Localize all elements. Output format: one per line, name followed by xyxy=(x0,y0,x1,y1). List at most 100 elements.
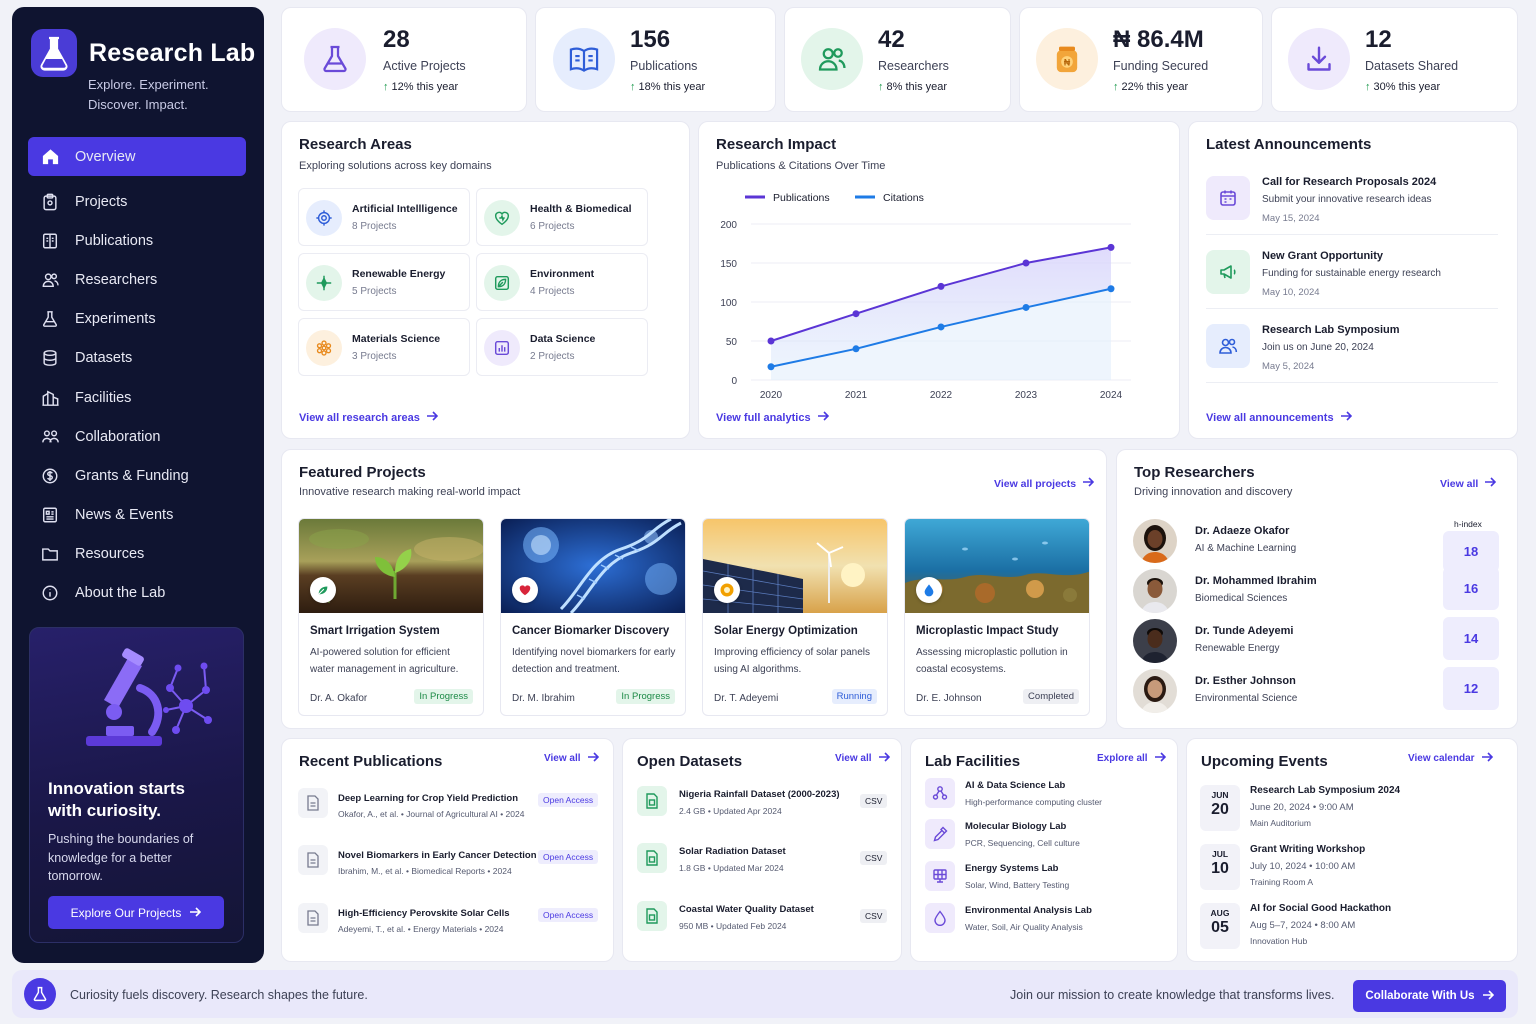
publication-row[interactable]: Novel Biomarkers in Early Cancer Detecti… xyxy=(298,845,600,879)
view-all-announcements-link[interactable]: View all announcements xyxy=(1206,411,1352,424)
ai-chip-icon xyxy=(306,200,342,236)
view-all-research-areas-link[interactable]: View all research areas xyxy=(299,411,439,424)
database-icon xyxy=(40,348,60,368)
sidebar-item-label: News & Events xyxy=(75,507,174,524)
network-icon xyxy=(925,778,955,808)
data-point xyxy=(1022,303,1030,311)
event-date: AUG 05 xyxy=(1200,903,1240,949)
view-all-publications-link[interactable]: View all xyxy=(544,752,599,765)
research-area-tile[interactable]: Renewable Energy 5 Projects xyxy=(298,253,470,311)
dataset-row[interactable]: Coastal Water Quality Dataset 950 MB • U… xyxy=(637,901,889,935)
document-icon xyxy=(298,788,328,818)
view-all-projects-link[interactable]: View all projects xyxy=(994,477,1095,490)
event-row[interactable]: JUN 20 Research Lab Symposium 2024 June 2… xyxy=(1200,785,1500,835)
heart-icon xyxy=(512,577,538,603)
sidebar-item-resources[interactable]: Resources xyxy=(28,535,246,574)
card-subtitle: Innovative research making real-world im… xyxy=(299,486,521,498)
view-all-researchers-link[interactable]: View all xyxy=(1440,477,1497,490)
publication-row[interactable]: High-Efficiency Perovskite Solar Cells A… xyxy=(298,903,600,937)
research-area-tile[interactable]: Health & Biomedical 6 Projects xyxy=(476,188,648,246)
pipette-icon xyxy=(925,819,955,849)
arrow-up-icon: ↑ xyxy=(383,81,389,93)
stat-card-funding[interactable]: ₦ ₦ 86.4M Funding Secured ↑ 22% this year xyxy=(1019,7,1263,112)
view-all-datasets-link[interactable]: View all xyxy=(835,752,890,765)
project-card[interactable]: Microplastic Impact Study Assessing micr… xyxy=(904,518,1090,716)
data-point xyxy=(852,310,860,318)
explore-projects-button[interactable]: Explore Our Projects xyxy=(48,896,224,929)
explore-all-facilities-link[interactable]: Explore all xyxy=(1097,752,1166,765)
folder-icon xyxy=(40,544,60,564)
sidebar-item-facilities[interactable]: Facilities xyxy=(28,378,246,417)
dataset-row[interactable]: Nigeria Rainfall Dataset (2000-2023) 2.4… xyxy=(637,786,889,820)
stat-card-researchers[interactable]: 42 Researchers ↑ 8% this year xyxy=(784,7,1011,112)
data-point xyxy=(1107,285,1115,293)
dataset-row[interactable]: Solar Radiation Dataset 1.8 GB • Updated… xyxy=(637,843,889,877)
stat-card-active-projects[interactable]: 28 Active Projects ↑ 12% this year xyxy=(281,7,527,112)
sidebar-item-news-events[interactable]: News & Events xyxy=(28,496,246,535)
project-card[interactable]: Solar Energy Optimization Improving effi… xyxy=(702,518,888,716)
researcher-row[interactable]: Dr. Esther Johnson Environmental Science… xyxy=(1133,667,1499,713)
stat-delta: ↑ 18% this year xyxy=(630,81,706,93)
sidebar-item-projects[interactable]: Projects xyxy=(28,182,246,221)
project-card[interactable]: Cancer Biomarker Discovery Identifying n… xyxy=(500,518,686,716)
money-jar-icon: ₦ xyxy=(1036,28,1098,90)
research-area-tile[interactable]: Materials Science 3 Projects xyxy=(298,318,470,376)
book-icon xyxy=(40,231,60,251)
sidebar-item-experiments[interactable]: Experiments xyxy=(28,300,246,339)
event-row[interactable]: JUL 10 Grant Writing Workshop July 10, 20… xyxy=(1200,844,1500,894)
footer-tagline: Curiosity fuels discovery. Research shap… xyxy=(70,988,368,1002)
sidebar-item-label: Overview xyxy=(75,148,136,165)
facility-row[interactable]: Molecular Biology Lab PCR, Sequencing, C… xyxy=(925,819,1165,853)
stat-delta: ↑ 8% this year xyxy=(878,81,948,93)
recent-publications-card: Recent Publications View all Deep Learni… xyxy=(281,738,614,962)
sidebar-item-publications[interactable]: Publications xyxy=(28,221,246,260)
researcher-row[interactable]: Dr. Mohammed Ibrahim Biomedical Sciences… xyxy=(1133,567,1499,613)
card-title: Open Datasets xyxy=(637,753,743,770)
document-icon xyxy=(298,845,328,875)
book-icon xyxy=(553,28,615,90)
energy-icon xyxy=(306,265,342,301)
sidebar-nav: Overview Projects Publications Researche… xyxy=(28,137,246,613)
sidebar-item-grants-funding[interactable]: Grants & Funding xyxy=(28,456,246,495)
research-impact-card: Research Impact Publications & Citations… xyxy=(698,121,1180,439)
promo-text: Pushing the boundaries of knowledge for … xyxy=(48,832,194,883)
flask-icon xyxy=(24,978,56,1010)
project-card[interactable]: Smart Irrigation System AI-powered solut… xyxy=(298,518,484,716)
research-area-tile[interactable]: Artificial Intellligence 8 Projects xyxy=(298,188,470,246)
event-row[interactable]: AUG 05 AI for Social Good Hackathon Aug 5… xyxy=(1200,903,1500,953)
file-icon xyxy=(637,786,667,816)
view-full-analytics-link[interactable]: View full analytics xyxy=(716,411,829,424)
arrow-up-icon: ↑ xyxy=(1113,81,1119,93)
view-calendar-link[interactable]: View calendar xyxy=(1408,752,1493,765)
card-title: Featured Projects xyxy=(299,464,426,481)
stat-card-datasets[interactable]: 12 Datasets Shared ↑ 30% this year xyxy=(1271,7,1518,112)
researcher-row[interactable]: Dr. Adaeze Okafor AI & Machine Learning … xyxy=(1133,519,1499,572)
research-area-tile[interactable]: Environment 4 Projects xyxy=(476,253,648,311)
collaboration-icon xyxy=(40,427,60,447)
sidebar-item-overview[interactable]: Overview xyxy=(28,137,246,176)
stat-value: 42 xyxy=(878,26,905,53)
promo-card: Innovation starts with curiosity. Pushin… xyxy=(29,627,244,943)
collaborate-button[interactable]: Collaborate With Us xyxy=(1353,980,1506,1012)
data-point xyxy=(852,345,860,353)
publication-row[interactable]: Deep Learning for Crop Yield Prediction … xyxy=(298,788,600,822)
stat-card-publications[interactable]: 156 Publications ↑ 18% this year xyxy=(535,7,776,112)
sidebar-item-collaboration[interactable]: Collaboration xyxy=(28,417,246,456)
sidebar-item-datasets[interactable]: Datasets xyxy=(28,339,246,378)
sidebar-item-about[interactable]: About the Lab xyxy=(28,574,246,613)
card-title: Research Areas xyxy=(299,136,412,153)
research-area-tile[interactable]: Data Science 2 Projects xyxy=(476,318,648,376)
facility-row[interactable]: Energy Systems Lab Solar, Wind, Battery … xyxy=(925,861,1165,895)
facility-row[interactable]: Environmental Analysis Lab Water, Soil, … xyxy=(925,903,1165,937)
brand-tagline: Explore. Experiment. Discover. Impact. xyxy=(88,77,209,112)
facility-row[interactable]: AI & Data Science Lab High-performance c… xyxy=(925,778,1165,812)
sidebar-item-label: Facilities xyxy=(75,389,132,406)
users-icon xyxy=(40,270,60,290)
stat-label: Active Projects xyxy=(383,59,466,73)
document-icon xyxy=(298,903,328,933)
brand[interactable]: Research Lab xyxy=(31,29,255,77)
data-point xyxy=(937,323,945,331)
sidebar-item-researchers[interactable]: Researchers xyxy=(28,260,246,299)
home-icon xyxy=(40,147,60,167)
researcher-row[interactable]: Dr. Tunde Adeyemi Renewable Energy 14 xyxy=(1133,617,1499,663)
